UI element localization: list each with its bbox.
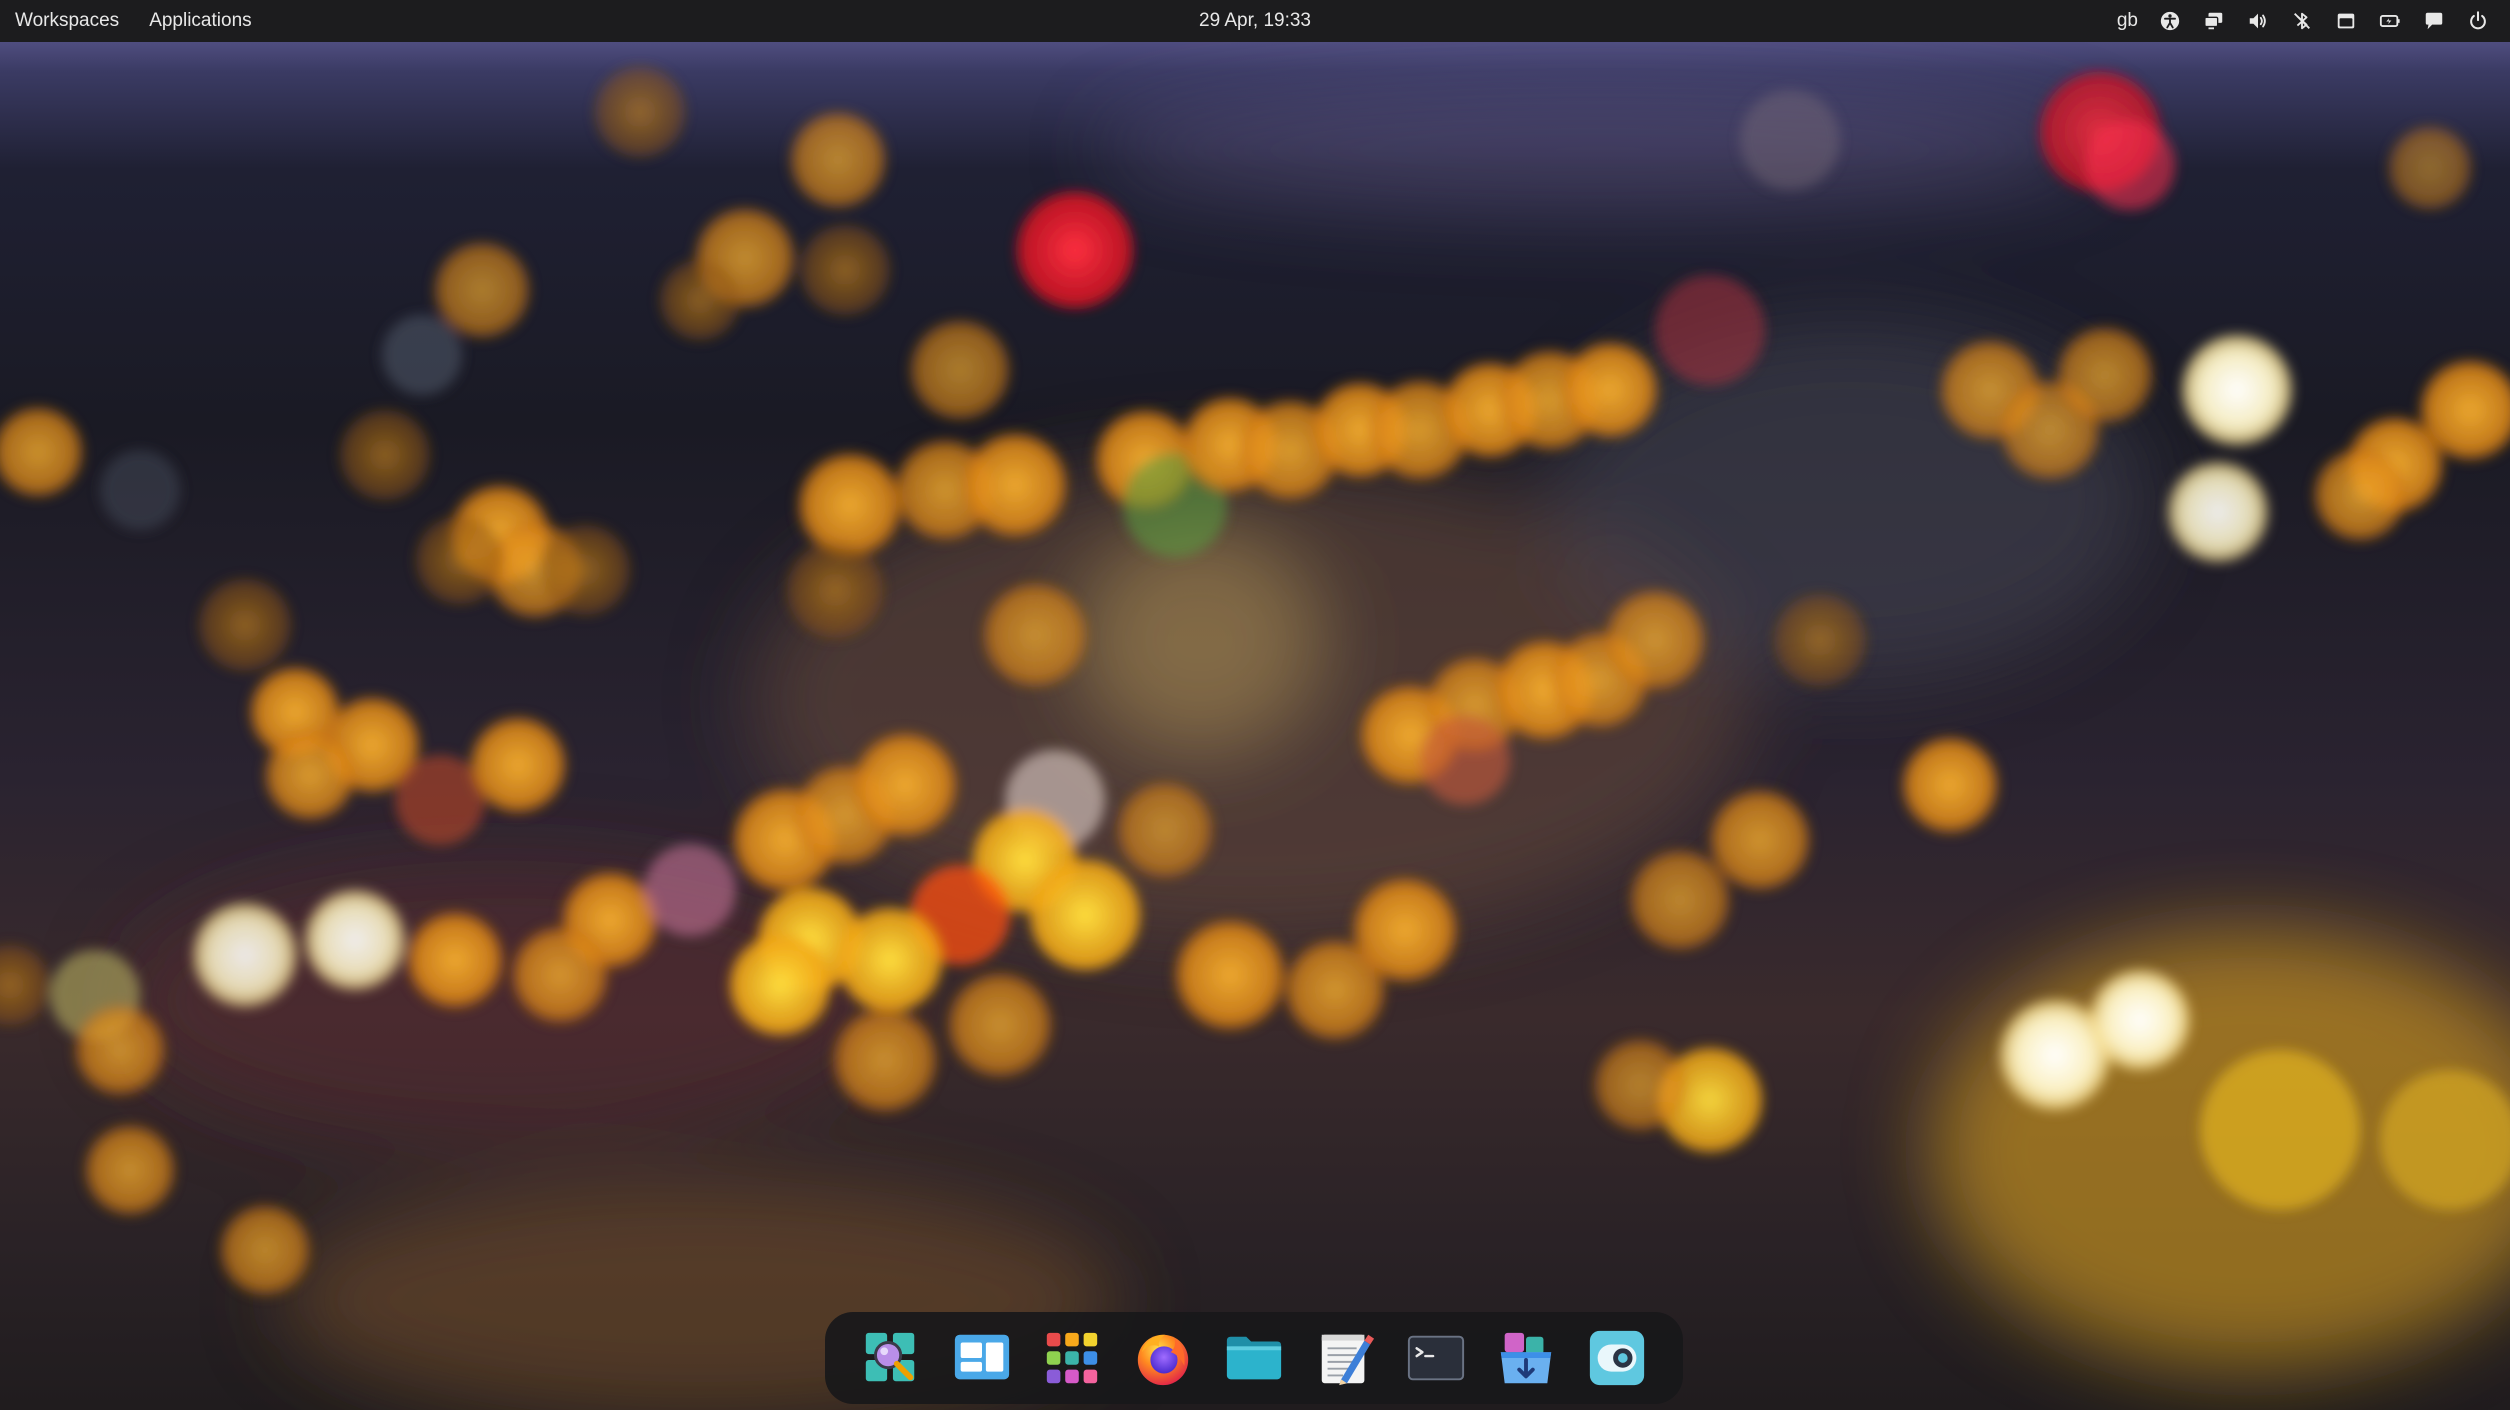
display-icon[interactable] [2192,0,2236,42]
accessibility-icon[interactable] [2148,0,2192,42]
battery-icon[interactable] [2368,0,2412,42]
bluetooth-icon[interactable] [2280,0,2324,42]
power-icon[interactable] [2456,0,2500,42]
applications-menu[interactable]: Applications [134,0,266,42]
app-store-icon [1501,1332,1552,1384]
terminal-icon [1407,1335,1464,1381]
dock [825,1312,1683,1404]
dock-item-terminal[interactable] [1401,1323,1471,1393]
multitasking-view-icon [954,1334,1009,1380]
dock-item-files[interactable] [1219,1323,1289,1393]
dock-item-applications[interactable] [1037,1323,1107,1393]
dock-item-firefox[interactable] [1128,1323,1198,1393]
top-panel: Workspaces Applications 29 Apr, 19:33 gb [0,0,2510,42]
dock-item-text-editor[interactable] [1310,1323,1380,1393]
workspaces-button[interactable]: Workspaces [0,0,134,42]
bokeh-wallpaper [0,67,2510,1410]
files-icon [1226,1336,1282,1380]
desktop[interactable]: Workspaces Applications 29 Apr, 19:33 gb [0,0,2510,1410]
dock-item-search[interactable] [856,1323,926,1393]
volume-icon[interactable] [2236,0,2280,42]
search-app-icon [865,1332,915,1382]
dock-item-multitasking-view[interactable] [947,1323,1017,1393]
dock-item-system-settings[interactable] [1582,1323,1652,1393]
system-indicators: gb [2107,0,2500,42]
notifications-icon[interactable] [2324,0,2368,42]
applications-grid-icon [1047,1332,1098,1384]
clock[interactable]: 29 Apr, 19:33 [1199,10,1311,31]
firefox-icon [1138,1334,1189,1386]
dock-item-app-store[interactable] [1491,1323,1561,1393]
keyboard-layout-indicator[interactable]: gb [2107,0,2148,42]
text-editor-icon [1321,1334,1374,1386]
system-settings-icon [1590,1330,1645,1386]
chat-icon[interactable] [2412,0,2456,42]
